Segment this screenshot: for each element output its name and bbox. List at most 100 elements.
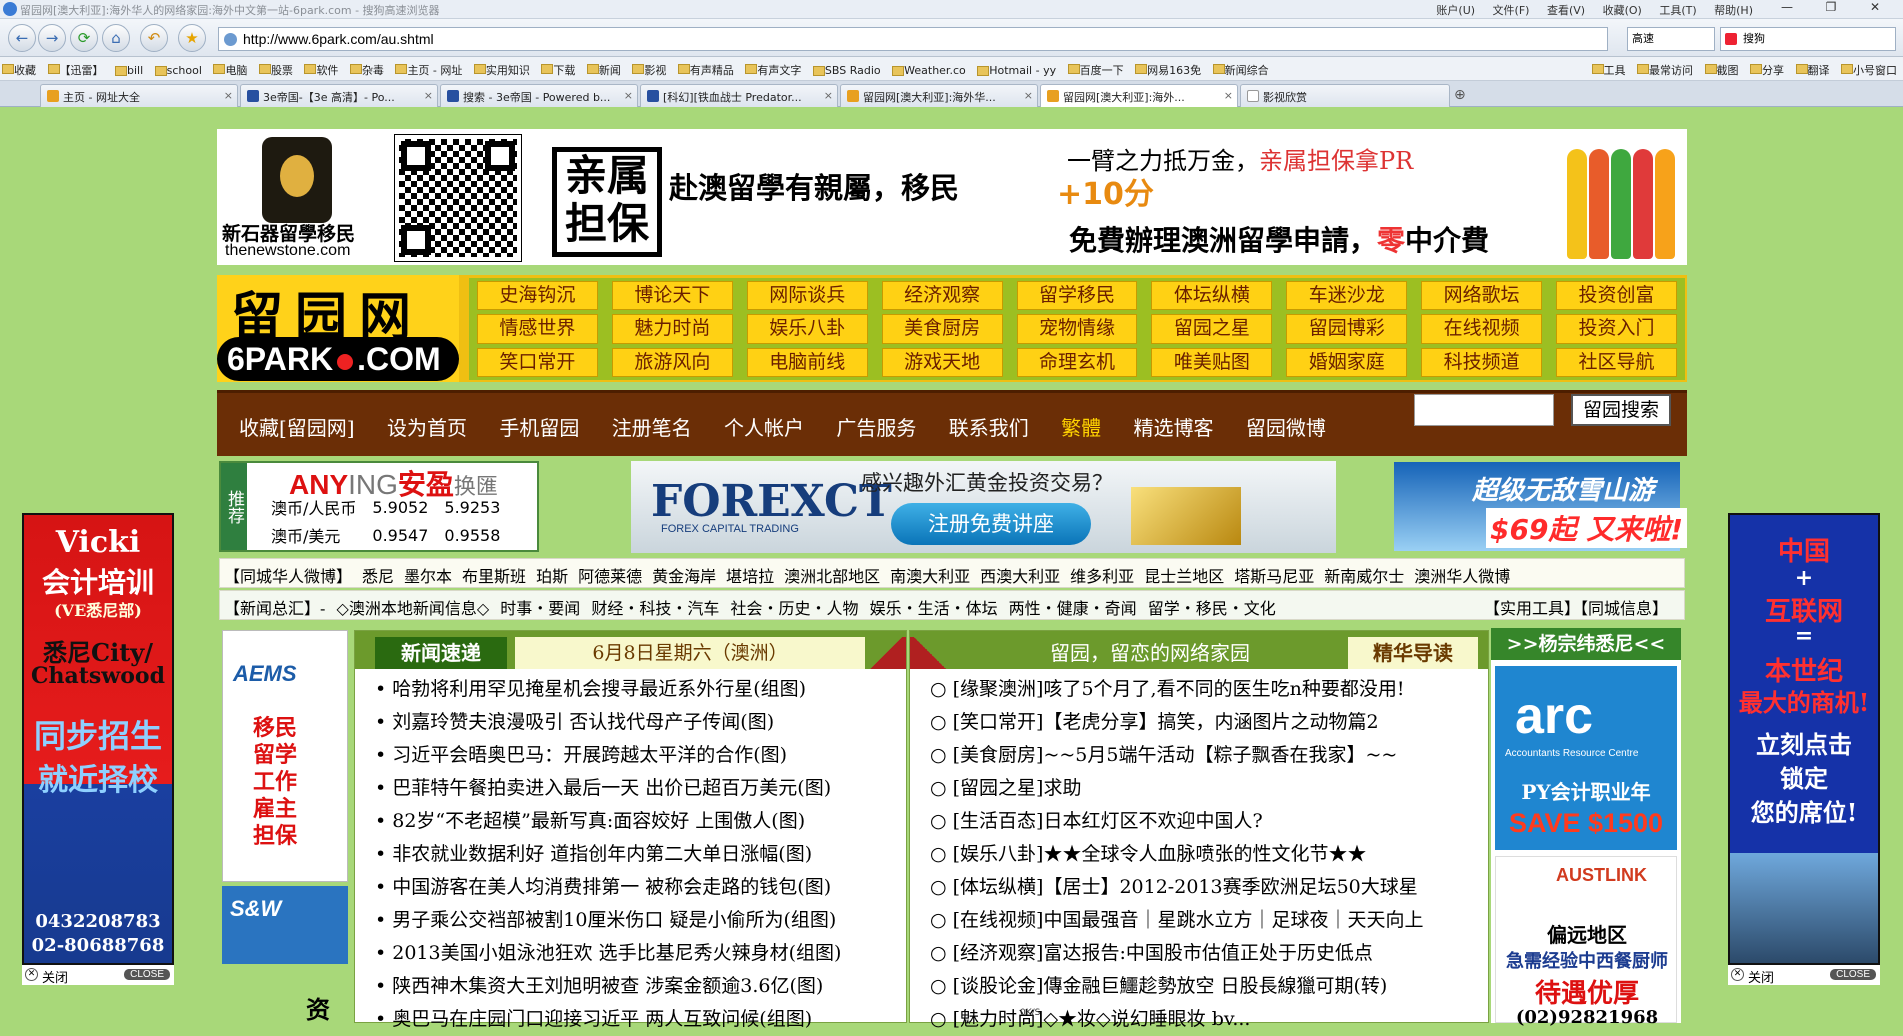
star-icon[interactable]: ★ (178, 24, 206, 52)
channel-link[interactable]: 社区导航 (1556, 348, 1677, 377)
nav-account[interactable]: 个人帐户 (724, 416, 804, 440)
close-tab-icon[interactable]: × (224, 89, 233, 102)
news-item[interactable]: 习近平会晤奥巴马：开展跨越太平洋的合作(图) (375, 739, 906, 772)
site-search-input[interactable] (1414, 394, 1554, 426)
menu-account[interactable]: 账户(U) (1436, 4, 1475, 17)
forum-item[interactable]: [笑口常开]【老虎分享】搞笑，内涵图片之动物篇2 (930, 706, 1488, 739)
tab-movies[interactable]: 影视欣赏 (1240, 84, 1450, 107)
news-cat[interactable]: 时事・要闻 (500, 599, 580, 618)
channel-link[interactable]: 旅游风向 (612, 348, 733, 377)
fav-item[interactable]: 【迅雷】 (46, 57, 110, 78)
nav-register[interactable]: 注册笔名 (612, 416, 692, 440)
fav-item[interactable]: 百度一下 (1066, 57, 1130, 78)
news-cat[interactable]: 财经・科技・汽车 (591, 599, 719, 618)
city-link[interactable]: 维多利亚 (1070, 567, 1134, 586)
channel-link[interactable]: 留园之星 (1151, 314, 1272, 343)
tab-6park-1[interactable]: 留园网[澳大利亚]:海外华...× (840, 84, 1038, 107)
fav-item[interactable]: 新闻综合 (1211, 57, 1275, 78)
close-tab-icon[interactable]: × (1024, 89, 1033, 102)
channel-link[interactable]: 笑口常开 (477, 348, 598, 377)
fav-item[interactable]: 软件 (302, 57, 344, 78)
menu-file[interactable]: 文件(F) (1493, 4, 1530, 17)
news-item[interactable]: 陕西神木集资大王刘旭明被查 涉案金额逾3.6亿(图) (375, 970, 906, 1003)
channel-link[interactable]: 婚姻家庭 (1286, 348, 1407, 377)
tools-links[interactable]: 【实用工具】【同城信息】 (1484, 595, 1668, 619)
close-tab-icon[interactable]: × (824, 89, 833, 102)
left-float-ad[interactable]: Vicki 会计培训 (VE悉尼部) 悉尼City/ Chatswood 同步招… (22, 513, 174, 965)
city-link[interactable]: 澳洲北部地区 (784, 567, 880, 586)
city-link[interactable]: 墨尔本 (404, 567, 452, 586)
fav-item[interactable]: SBS Radio (811, 59, 887, 77)
fav-item[interactable]: Hotmail - yy (975, 59, 1062, 77)
forum-item[interactable]: [经济观察]富达报告:中国股市估值正处于历史低点 (930, 937, 1488, 970)
city-link[interactable]: 西澳大利亚 (980, 567, 1060, 586)
channel-link[interactable]: 网际谈兵 (747, 281, 868, 310)
city-link[interactable]: 堪培拉 (726, 567, 774, 586)
news-cat[interactable]: 两性・健康・奇闻 (1009, 599, 1137, 618)
fav-item[interactable]: school (153, 59, 208, 77)
fav-tool[interactable]: 工具 (1590, 57, 1632, 78)
forward-arrow-icon[interactable]: → (38, 24, 66, 52)
city-link[interactable]: 澳洲华人微博 (1414, 567, 1510, 586)
city-link[interactable]: 新南威尔士 (1324, 567, 1404, 586)
nav-traditional[interactable]: 繁體 (1061, 416, 1101, 440)
city-link[interactable]: 黄金海岸 (652, 567, 716, 586)
city-link[interactable]: 昆士兰地区 (1144, 567, 1224, 586)
fav-item[interactable]: 网易163免 (1133, 57, 1207, 78)
tab-3e-search[interactable]: 搜索 - 3e帝国 - Powered b...× (440, 84, 638, 107)
new-tab-icon[interactable]: ⊕ (1454, 87, 1466, 103)
fav-item[interactable]: 主页 - 网址 (393, 57, 468, 78)
channel-link[interactable]: 娱乐八卦 (747, 314, 868, 343)
channel-link[interactable]: 唯美贴图 (1151, 348, 1272, 377)
forum-item[interactable]: [美食厨房]~~5月5端午活动【粽子飘香在我家】~~ (930, 739, 1488, 772)
left-ad-close[interactable]: ✕关闭CLOSE (22, 965, 174, 985)
channel-link[interactable]: 车迷沙龙 (1286, 281, 1407, 310)
top-banner-ad[interactable]: 新石器留學移民 thenewstone.com 亲属担保 赴澳留學有親屬，移民 … (217, 129, 1687, 265)
fav-tool[interactable]: 截图 (1703, 57, 1745, 78)
fx-rates-box[interactable]: 推荐 ANYING安盈换匯 澳币/人民币5.90525.9253 澳币/美元0.… (219, 461, 539, 552)
menu-favorites[interactable]: 收藏(O) (1603, 4, 1642, 17)
menu-tools[interactable]: 工具(T) (1659, 4, 1696, 17)
channel-link[interactable]: 命理玄机 (1017, 348, 1138, 377)
city-link[interactable]: 南澳大利亚 (890, 567, 970, 586)
fav-tool[interactable]: 小号窗口 (1839, 57, 1903, 78)
fav-item[interactable]: 有声精品 (676, 57, 740, 78)
fav-item[interactable]: 新闻 (585, 57, 627, 78)
fav-item[interactable]: Weather.co (890, 59, 972, 77)
news-item[interactable]: 男子乘公交裆部被割10厘米伤口 疑是小偷所为(组图) (375, 904, 906, 937)
news-cat[interactable]: 社会・历史・人物 (730, 599, 858, 618)
channel-link[interactable]: 魅力时尚 (612, 314, 733, 343)
minimize-button[interactable]: — (1765, 0, 1809, 14)
menu-view[interactable]: 查看(V) (1547, 4, 1585, 17)
forum-item[interactable]: [娱乐八卦]★★全球令人血脉喷张的性文化节★★ (930, 838, 1488, 871)
nav-sethome[interactable]: 设为首页 (387, 416, 467, 440)
refresh-icon[interactable]: ⟳ (70, 24, 98, 52)
nav-bookmark[interactable]: 收藏[留园网] (239, 416, 355, 440)
home-icon[interactable]: ⌂ (102, 24, 130, 52)
fav-tool[interactable]: 最常访问 (1635, 57, 1699, 78)
fav-item[interactable]: 杂毒 (348, 57, 390, 78)
close-tab-icon[interactable]: × (424, 89, 433, 102)
nav-contact[interactable]: 联系我们 (949, 416, 1029, 440)
restore-button[interactable]: ❐ (1809, 0, 1853, 14)
sw-ad[interactable]: S&W (222, 886, 348, 964)
nav-weibo[interactable]: 留园微博 (1246, 416, 1326, 440)
close-tab-icon[interactable]: × (1224, 89, 1233, 102)
news-item[interactable]: 非农就业数据利好 道指创年内第二大单日涨幅(图) (375, 838, 906, 871)
close-window-button[interactable]: ✕ (1853, 0, 1897, 14)
city-link[interactable]: 阿德莱德 (578, 567, 642, 586)
channel-link[interactable]: 投资创富 (1556, 281, 1677, 310)
news-cat[interactable]: ◇澳洲本地新闻信息◇ (337, 599, 490, 618)
forum-item[interactable]: [留园之星]求助 (930, 772, 1488, 805)
right-col-header[interactable]: >>杨宗纬悉尼<< (1491, 628, 1681, 660)
site-search-button[interactable]: 留园搜索 (1571, 394, 1671, 426)
fav-item[interactable]: 有声文字 (743, 57, 807, 78)
city-link[interactable]: 悉尼 (362, 567, 394, 586)
news-cat[interactable]: 留学・移民・文化 (1148, 599, 1276, 618)
register-seminar-button[interactable]: 注册免费讲座 (891, 503, 1091, 545)
channel-link[interactable]: 史海钩沉 (477, 281, 598, 310)
tab-predator[interactable]: [科幻][铁血战士 Predator...× (640, 84, 838, 107)
fav-item[interactable]: 影视 (630, 57, 672, 78)
right-ad-close[interactable]: ✕关闭CLOSE (1728, 965, 1880, 985)
news-item[interactable]: 中国游客在美人均消费排第一 被称会走路的钱包(图) (375, 871, 906, 904)
